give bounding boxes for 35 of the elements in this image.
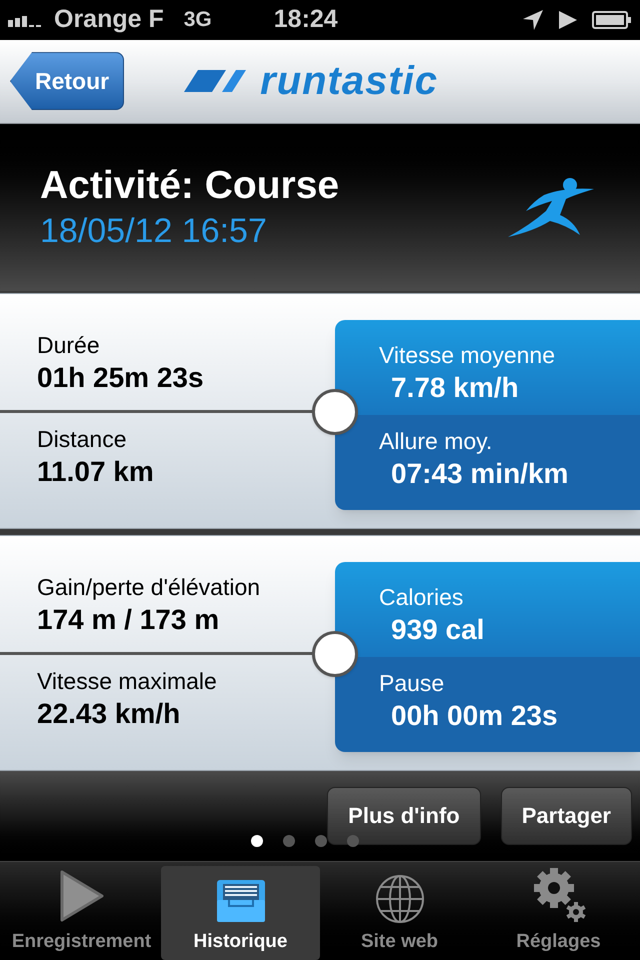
play-icon	[558, 10, 578, 30]
activity-date: 18/05/12 16:57	[40, 211, 268, 252]
stat-value: 00h 00m 23s	[390, 698, 559, 733]
stat-value: 939 cal	[390, 612, 486, 647]
tab-item[interactable]: Historique	[161, 866, 320, 960]
network-text: 3G	[184, 7, 212, 34]
time-text: 18:24	[274, 4, 338, 36]
stat-label: Durée	[37, 331, 101, 360]
back-button[interactable]: Retour	[10, 52, 124, 110]
stat-label: Vitesse maximale	[37, 666, 218, 696]
stat-label: Calories	[379, 583, 464, 612]
tray-icon	[214, 878, 266, 924]
action-button[interactable]: Partager	[500, 786, 632, 845]
action-button[interactable]: Plus d'info	[327, 786, 481, 845]
tab-item[interactable]: Enregistrement	[2, 866, 161, 960]
stat-label: Pause	[379, 668, 446, 698]
location-arrow-icon	[522, 8, 544, 31]
stat-value: 07:43 min/km	[390, 456, 570, 491]
stat-value: 11.07 km	[37, 454, 155, 489]
stat-label: Vitesse moyenne	[379, 341, 556, 370]
activity-title: Activité: Course	[40, 162, 340, 209]
stat-value: 22.43 km/h	[37, 696, 182, 731]
stat-value: 01h 25m 23s	[37, 360, 205, 395]
stat-label: Allure moy.	[379, 426, 494, 456]
play-icon	[58, 868, 106, 924]
stat-value: 174 m / 173 m	[37, 602, 220, 637]
carrier-text: Orange F	[54, 4, 164, 36]
logo-text: runtastic	[260, 61, 438, 102]
battery-icon	[592, 10, 632, 30]
globe-icon	[374, 874, 424, 924]
tab-item[interactable]: Réglages	[479, 866, 638, 960]
stat-value: 7.78 km/h	[390, 370, 520, 405]
stat-label: Gain/perte d'élévation	[37, 573, 262, 602]
tab-item[interactable]: Site web	[320, 866, 479, 960]
stat-label: Distance	[37, 424, 128, 454]
